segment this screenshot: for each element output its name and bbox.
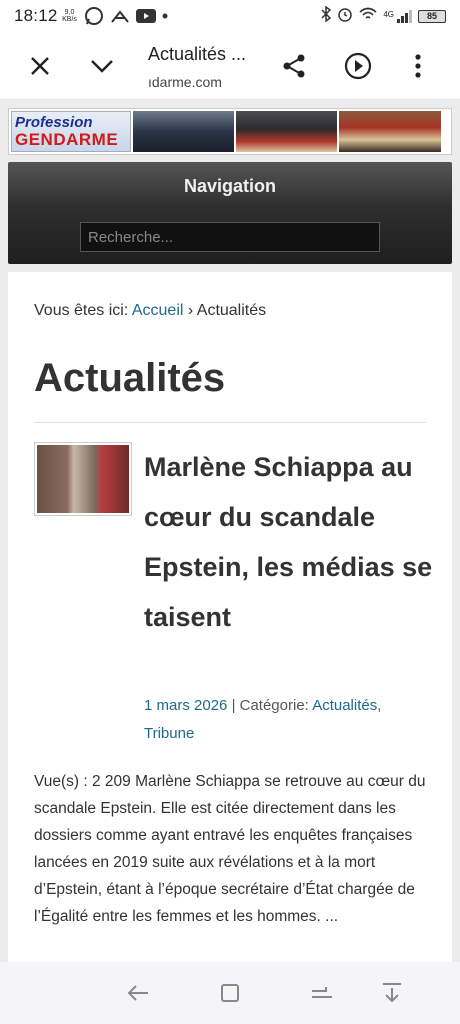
divider bbox=[34, 422, 426, 423]
logo-line-2: GENDARME bbox=[15, 129, 119, 149]
network-speed-unit: KB/s bbox=[62, 16, 77, 23]
site-banner[interactable]: Profession GENDARME bbox=[8, 108, 452, 155]
article-category-label: | Catégorie: bbox=[231, 697, 309, 714]
collapse-button[interactable] bbox=[82, 46, 122, 86]
recents-icon bbox=[312, 987, 332, 998]
system-navigation-bar bbox=[0, 962, 460, 1024]
breadcrumb-current: Actualités bbox=[196, 302, 267, 319]
network-speed-value: 9,0 bbox=[64, 9, 75, 16]
article-title[interactable]: Marlène Schiappa au cœur du scandale Eps… bbox=[144, 442, 434, 642]
play-icon bbox=[344, 52, 372, 80]
main-content: Vous êtes ici: Accueil › Actualités Actu… bbox=[8, 272, 452, 972]
whatsapp-icon bbox=[84, 6, 104, 26]
breadcrumb-prefix: Vous êtes ici: bbox=[34, 302, 129, 319]
close-icon bbox=[31, 57, 49, 75]
bluetooth-icon bbox=[321, 5, 332, 27]
page-tab-title: Actualités ... bbox=[148, 44, 247, 64]
category-link-actualites[interactable]: Actualités bbox=[312, 697, 377, 714]
alarm-icon bbox=[337, 6, 353, 27]
hide-nav-button[interactable] bbox=[377, 978, 407, 1008]
category-link-tribune[interactable]: Tribune bbox=[144, 725, 194, 742]
article-meta: 1 mars 2026 | Catégorie: Actualités, Tri… bbox=[144, 697, 382, 742]
page-url[interactable]: ıdarme.com bbox=[148, 74, 222, 90]
more-vert-icon bbox=[415, 54, 421, 78]
signal-icon: 4G bbox=[383, 9, 412, 23]
page-title: Actualités bbox=[34, 356, 226, 400]
play-button[interactable] bbox=[338, 46, 378, 86]
banner-photo-motorcycles bbox=[133, 111, 234, 152]
home-button[interactable] bbox=[215, 978, 245, 1008]
breadcrumb-separator: › bbox=[187, 302, 194, 319]
share-button[interactable] bbox=[274, 46, 314, 86]
logo-line-1: Profession bbox=[15, 113, 93, 131]
more-notifications-icon bbox=[162, 13, 168, 19]
banner-photo-guard bbox=[339, 111, 441, 152]
site-logo[interactable]: Profession GENDARME bbox=[11, 111, 131, 152]
back-icon bbox=[127, 985, 148, 1001]
close-button[interactable] bbox=[20, 46, 60, 86]
recents-button[interactable] bbox=[307, 978, 337, 1008]
home-icon bbox=[221, 984, 239, 1002]
nav-title[interactable]: Navigation bbox=[8, 176, 452, 197]
banner-photo-officers bbox=[236, 111, 337, 152]
back-button[interactable] bbox=[123, 978, 153, 1008]
chevron-down-icon bbox=[91, 60, 113, 73]
menu-button[interactable] bbox=[398, 46, 438, 86]
status-bar: 18:12 9,0 KB/s 4G 85 bbox=[0, 0, 460, 32]
article-date-link[interactable]: 1 mars 2026 bbox=[144, 697, 227, 714]
breadcrumb: Vous êtes ici: Accueil › Actualités bbox=[34, 302, 266, 320]
battery-level: 85 bbox=[426, 11, 437, 21]
network-speed: 9,0 KB/s bbox=[62, 9, 78, 23]
wifi-icon bbox=[359, 6, 377, 26]
site-navigation: Navigation Recherche... bbox=[8, 162, 452, 264]
hide-nav-icon bbox=[383, 983, 401, 1003]
article-excerpt: Vue(s) : 2 209 Marlène Schiappa se retro… bbox=[34, 773, 426, 925]
app-notification-icon bbox=[110, 8, 130, 24]
search-input[interactable]: Recherche... bbox=[80, 222, 380, 252]
network-type: 4G bbox=[383, 9, 394, 19]
browser-toolbar: Actualités ... ıdarme.com bbox=[0, 32, 460, 100]
share-icon bbox=[283, 54, 305, 78]
battery-icon: 85 bbox=[418, 9, 446, 23]
clock: 18:12 bbox=[14, 6, 58, 25]
article-thumbnail-image bbox=[37, 445, 129, 513]
breadcrumb-home-link[interactable]: Accueil bbox=[132, 302, 184, 319]
youtube-icon bbox=[135, 9, 156, 23]
article-thumbnail[interactable] bbox=[34, 442, 132, 516]
